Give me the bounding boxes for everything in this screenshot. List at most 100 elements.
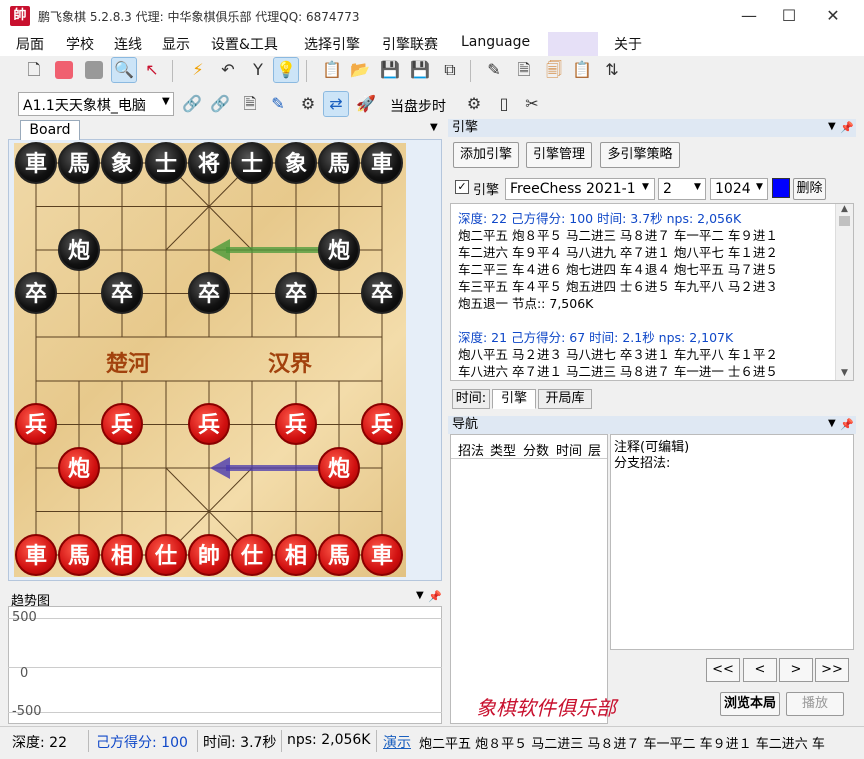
- red-advisor-piece[interactable]: 仕: [231, 534, 273, 576]
- flip-board-icon[interactable]: ⇅: [600, 58, 624, 82]
- analysis-scrollbar[interactable]: ▲ ▼: [835, 204, 853, 380]
- panel-menu-icon[interactable]: ▼: [828, 418, 836, 429]
- tab-opening-book[interactable]: 开局库: [538, 389, 592, 409]
- pointer-arrow-icon[interactable]: ↖: [140, 58, 164, 82]
- black-pawn-piece[interactable]: 卒: [101, 272, 143, 314]
- column-header-type[interactable]: 类型: [490, 440, 516, 459]
- play-button[interactable]: 播放: [786, 692, 844, 716]
- demo-link[interactable]: 演示: [383, 732, 411, 752]
- save-as-icon[interactable]: 💾: [408, 58, 432, 82]
- menu-language[interactable]: Language: [461, 34, 530, 50]
- pin-icon[interactable]: 📌: [840, 418, 854, 431]
- copy-icon[interactable]: ⧉: [438, 58, 462, 82]
- multi-engine-strategy-button[interactable]: 多引擎策略: [600, 142, 680, 168]
- engine-enable-checkbox[interactable]: ✓: [455, 180, 469, 194]
- red-pawn-piece[interactable]: 兵: [275, 403, 317, 445]
- add-engine-button[interactable]: 添加引擎: [453, 142, 519, 168]
- menu-position[interactable]: 局面: [16, 34, 44, 54]
- chevron-down-icon[interactable]: ▼: [694, 182, 701, 192]
- delete-engine-button[interactable]: 删除: [793, 178, 826, 200]
- gear-outline-icon[interactable]: ⚙: [296, 92, 320, 116]
- column-header-move[interactable]: 招法: [458, 440, 484, 459]
- column-header-time[interactable]: 时间: [556, 440, 582, 459]
- black-pawn-piece[interactable]: 卒: [361, 272, 403, 314]
- move-list[interactable]: [450, 434, 608, 724]
- menu-about[interactable]: 关于: [614, 34, 642, 54]
- red-cannon-piece[interactable]: 炮: [318, 447, 360, 489]
- scroll-up-icon[interactable]: ▲: [836, 204, 853, 214]
- red-cannon-piece[interactable]: 炮: [58, 447, 100, 489]
- prev-move-button[interactable]: <: [743, 658, 777, 682]
- menu-connect[interactable]: 连线: [114, 34, 142, 54]
- black-elephant-piece[interactable]: 象: [275, 142, 317, 184]
- phone-icon[interactable]: ▯: [492, 92, 516, 116]
- documents-icon[interactable]: 🗐: [542, 58, 566, 82]
- branch-icon[interactable]: Y: [246, 58, 270, 82]
- red-advisor-piece[interactable]: 仕: [145, 534, 187, 576]
- close-button[interactable]: ✕: [810, 0, 856, 32]
- lightbulb-icon[interactable]: 💡: [273, 57, 299, 83]
- menu-view[interactable]: 显示: [162, 34, 190, 54]
- scroll-down-icon[interactable]: ▼: [836, 368, 853, 378]
- sync-time-label[interactable]: 当盘步时: [390, 96, 446, 116]
- red-pawn-piece[interactable]: 兵: [101, 403, 143, 445]
- save-icon[interactable]: 💾: [378, 58, 402, 82]
- tab-engine[interactable]: 引擎: [492, 389, 536, 409]
- chain-icon[interactable]: 🔗: [208, 92, 232, 116]
- black-pawn-piece[interactable]: 卒: [188, 272, 230, 314]
- swap-icon[interactable]: ⇄: [323, 91, 349, 117]
- game-source-select[interactable]: A1.1天天象棋_电脑: [18, 92, 174, 116]
- document-icon[interactable]: 🗎: [512, 58, 536, 82]
- red-elephant-piece[interactable]: 相: [275, 534, 317, 576]
- column-header-score[interactable]: 分数: [523, 440, 549, 459]
- black-elephant-piece[interactable]: 象: [101, 142, 143, 184]
- open-folder-icon[interactable]: 📂: [348, 58, 372, 82]
- black-pawn-piece[interactable]: 卒: [15, 272, 57, 314]
- menu-settings-tools[interactable]: 设置&工具: [211, 34, 278, 54]
- search-icon[interactable]: 🔍: [111, 57, 137, 83]
- new-file-icon[interactable]: 🗋: [22, 58, 46, 82]
- menu-engine-league[interactable]: 引擎联赛: [382, 34, 438, 54]
- black-pawn-piece[interactable]: 卒: [275, 272, 317, 314]
- chevron-down-icon[interactable]: ▼: [642, 182, 649, 192]
- black-chariot-piece[interactable]: 車: [361, 142, 403, 184]
- edit-icon[interactable]: ✎: [482, 58, 506, 82]
- red-pawn-piece[interactable]: 兵: [188, 403, 230, 445]
- paste-icon[interactable]: 📋: [570, 58, 594, 82]
- red-pawn-piece[interactable]: 兵: [361, 403, 403, 445]
- red-pawn-piece[interactable]: 兵: [15, 403, 57, 445]
- page-icon[interactable]: 🗎: [238, 92, 262, 116]
- red-square-icon[interactable]: [52, 58, 76, 82]
- red-general-piece[interactable]: 帥: [188, 534, 230, 576]
- engine-manage-button[interactable]: 引擎管理: [526, 142, 592, 168]
- tools-icon[interactable]: ✂: [520, 92, 544, 116]
- tab-time[interactable]: 时间:: [452, 389, 490, 409]
- panel-menu-icon[interactable]: ▼: [416, 590, 424, 601]
- rocket-icon[interactable]: 🚀: [354, 92, 378, 116]
- panel-menu-icon[interactable]: ▼: [430, 122, 438, 133]
- maximize-button[interactable]: ☐: [766, 0, 812, 32]
- clipboard-icon[interactable]: 📋: [320, 58, 344, 82]
- black-advisor-piece[interactable]: 士: [145, 142, 187, 184]
- browse-game-button[interactable]: 浏览本局: [720, 692, 780, 716]
- scrollbar-thumb[interactable]: [839, 216, 850, 226]
- black-horse-piece[interactable]: 馬: [318, 142, 360, 184]
- lightning-icon[interactable]: ⚡: [186, 58, 210, 82]
- menu-school[interactable]: 学校: [66, 34, 94, 54]
- column-header-depth[interactable]: 层: [588, 440, 601, 459]
- panel-menu-icon[interactable]: ▼: [828, 121, 836, 132]
- next-move-button[interactable]: >: [779, 658, 813, 682]
- black-general-piece[interactable]: 将: [188, 142, 230, 184]
- gray-square-icon[interactable]: [82, 58, 106, 82]
- red-chariot-piece[interactable]: 車: [361, 534, 403, 576]
- red-chariot-piece[interactable]: 車: [15, 534, 57, 576]
- black-cannon-piece[interactable]: 炮: [318, 229, 360, 271]
- undo-icon[interactable]: ↶: [216, 58, 240, 82]
- black-horse-piece[interactable]: 馬: [58, 142, 100, 184]
- link-icon[interactable]: 🔗: [180, 92, 204, 116]
- black-advisor-piece[interactable]: 士: [231, 142, 273, 184]
- black-cannon-piece[interactable]: 炮: [58, 229, 100, 271]
- last-move-button[interactable]: >>: [815, 658, 849, 682]
- pin-icon[interactable]: 📌: [428, 590, 442, 603]
- black-chariot-piece[interactable]: 車: [15, 142, 57, 184]
